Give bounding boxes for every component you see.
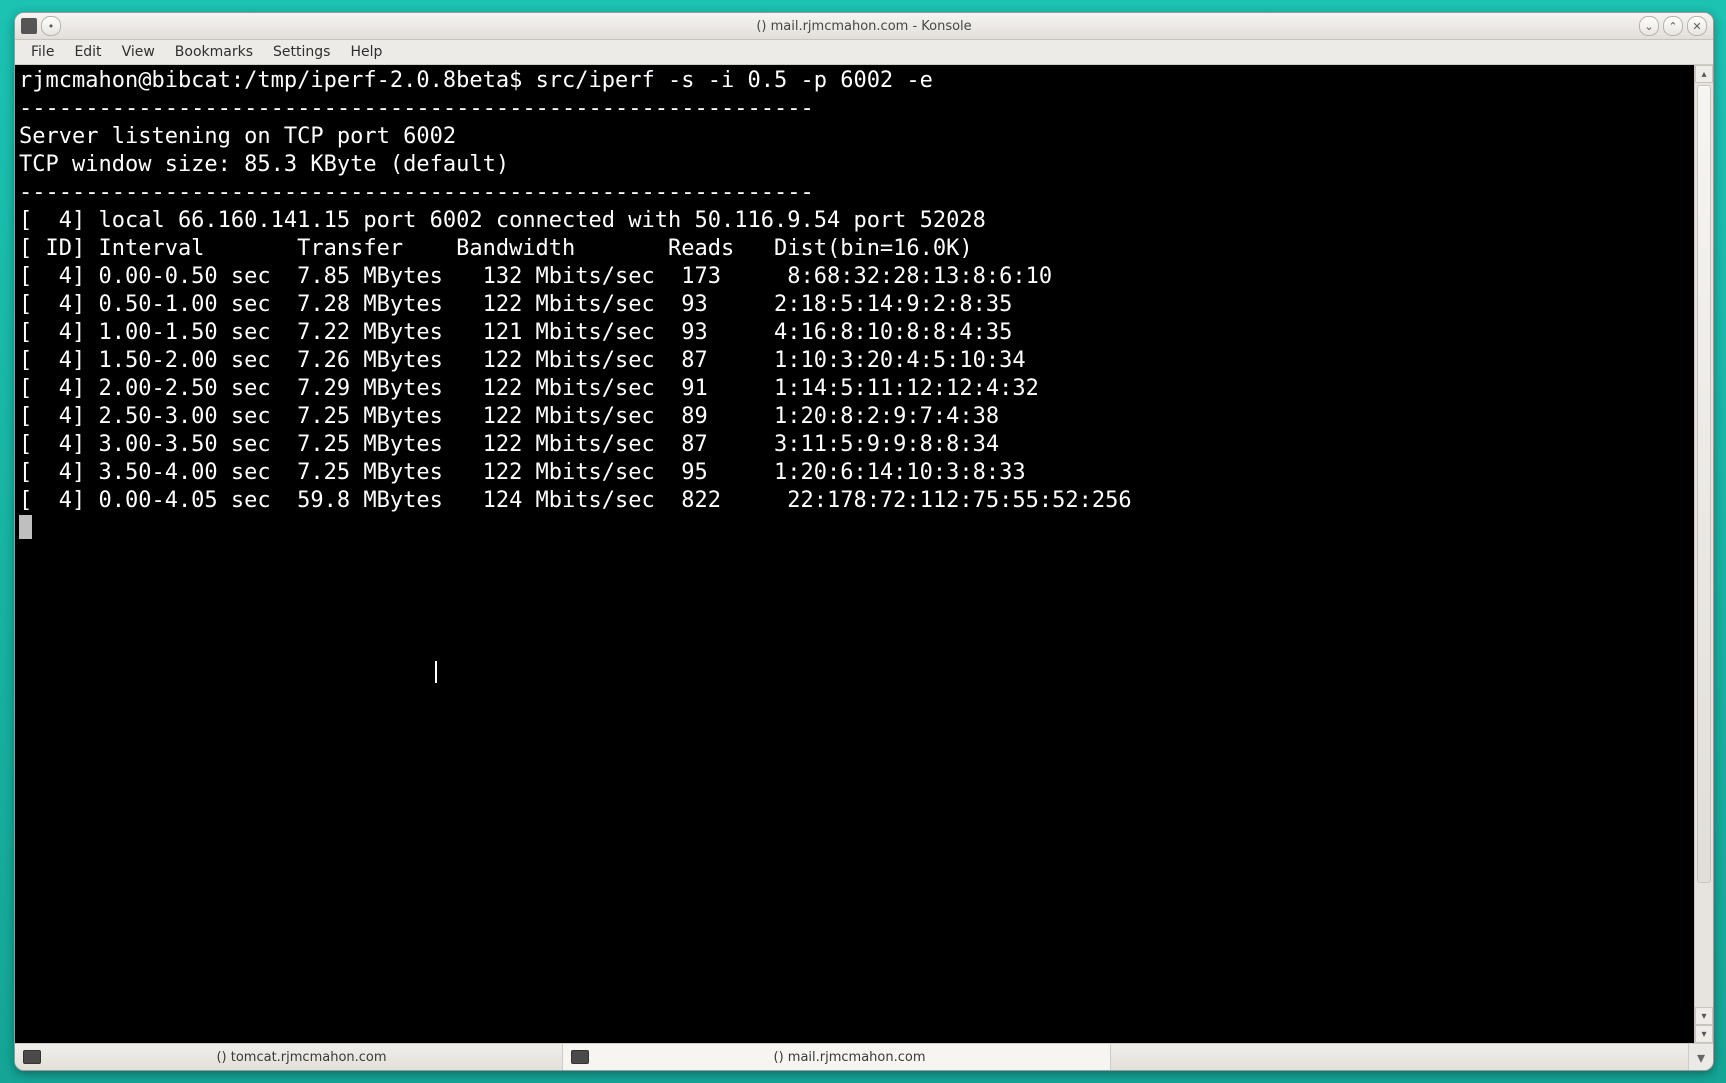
table-row: [ 4] 3.50-4.00 sec 7.25 MBytes 122 Mbits… <box>19 460 1026 485</box>
titlebar-left-controls: • <box>15 16 61 36</box>
menu-file[interactable]: File <box>21 42 64 62</box>
terminal-wrapper: rjmcmahon@bibcat:/tmp/iperf-2.0.8beta$ s… <box>15 65 1713 1043</box>
titlebar-right-controls: ⌄ ⌃ ✕ <box>1639 16 1713 36</box>
scrollbar-thumb[interactable] <box>1697 85 1711 883</box>
tcp-window-line: TCP window size: 85.3 KByte (default) <box>19 152 509 177</box>
tabbar-spacer <box>1111 1044 1688 1070</box>
tab-label: () tomcat.rjmcmahon.com <box>49 1050 554 1065</box>
server-listening-line: Server listening on TCP port 6002 <box>19 124 456 149</box>
arrow-up-icon: ▴ <box>1701 69 1706 80</box>
table-row: [ 4] 1.50-2.00 sec 7.26 MBytes 122 Mbits… <box>19 348 1026 373</box>
command: src/iperf -s -i 0.5 -p 6002 -e <box>536 68 933 93</box>
tab-mail[interactable]: () mail.rjmcmahon.com <box>563 1044 1111 1070</box>
table-row: [ 4] 1.00-1.50 sec 7.22 MBytes 121 Mbits… <box>19 320 1012 345</box>
close-button[interactable]: ✕ <box>1687 16 1707 36</box>
desktop: • () mail.rjmcmahon.com - Konsole ⌄ ⌃ ✕ … <box>0 0 1726 1083</box>
new-tab-button[interactable]: ▾ <box>1688 1044 1713 1070</box>
menu-bookmarks[interactable]: Bookmarks <box>165 42 263 62</box>
menu-view[interactable]: View <box>112 42 165 62</box>
minimize-icon: ⌄ <box>1644 20 1653 33</box>
menubar: File Edit View Bookmarks Settings Help <box>15 40 1713 65</box>
table-row: [ 4] 2.50-3.00 sec 7.25 MBytes 122 Mbits… <box>19 404 999 429</box>
close-icon: ✕ <box>1692 20 1701 33</box>
terminal-icon <box>571 1050 589 1064</box>
tabbar: () tomcat.rjmcmahon.com () mail.rjmcmaho… <box>15 1043 1713 1070</box>
scroll-down-button[interactable]: ▾ <box>1695 1007 1713 1025</box>
minimize-button[interactable]: ⌄ <box>1639 16 1659 36</box>
tab-label: () mail.rjmcmahon.com <box>597 1050 1102 1065</box>
maximize-button[interactable]: ⌃ <box>1663 16 1683 36</box>
mouse-text-caret <box>435 661 437 683</box>
table-row: [ 4] 3.00-3.50 sec 7.25 MBytes 122 Mbits… <box>19 432 999 457</box>
prompt: rjmcmahon@bibcat:/tmp/iperf-2.0.8beta$ <box>19 68 536 93</box>
konsole-window: • () mail.rjmcmahon.com - Konsole ⌄ ⌃ ✕ … <box>14 12 1714 1071</box>
table-row: [ 4] 0.00-0.50 sec 7.85 MBytes 132 Mbits… <box>19 264 1052 289</box>
scroll-up-button[interactable]: ▴ <box>1695 65 1713 83</box>
separator-line: ----------------------------------------… <box>19 180 814 205</box>
shade-button[interactable]: • <box>41 16 61 36</box>
table-row: [ 4] 0.00-4.05 sec 59.8 MBytes 124 Mbits… <box>19 488 1132 513</box>
connection-line: [ 4] local 66.160.141.15 port 6002 conne… <box>19 208 986 233</box>
table-row: [ 4] 0.50-1.00 sec 7.28 MBytes 122 Mbits… <box>19 292 1012 317</box>
menu-edit[interactable]: Edit <box>64 42 111 62</box>
maximize-icon: ⌃ <box>1668 20 1677 33</box>
table-header: [ ID] Interval Transfer Bandwidth Reads … <box>19 236 973 261</box>
titlebar[interactable]: • () mail.rjmcmahon.com - Konsole ⌄ ⌃ ✕ <box>15 13 1713 40</box>
table-row: [ 4] 2.00-2.50 sec 7.29 MBytes 122 Mbits… <box>19 376 1039 401</box>
separator-line: ----------------------------------------… <box>19 96 814 121</box>
app-menu-icon[interactable] <box>21 18 37 34</box>
arrow-down-icon: ▾ <box>1701 1029 1706 1040</box>
menu-help[interactable]: Help <box>340 42 392 62</box>
arrow-down-icon: ▾ <box>1701 1011 1706 1022</box>
terminal[interactable]: rjmcmahon@bibcat:/tmp/iperf-2.0.8beta$ s… <box>15 65 1694 1043</box>
scrollbar[interactable]: ▴ ▾ ▾ <box>1694 65 1713 1043</box>
window-title: () mail.rjmcmahon.com - Konsole <box>756 19 971 34</box>
cursor <box>19 515 32 539</box>
menu-settings[interactable]: Settings <box>263 42 340 62</box>
scroll-down-button-2[interactable]: ▾ <box>1695 1025 1713 1043</box>
tab-tomcat[interactable]: () tomcat.rjmcmahon.com <box>15 1044 563 1070</box>
terminal-icon <box>23 1050 41 1064</box>
shade-icon: • <box>48 20 55 33</box>
